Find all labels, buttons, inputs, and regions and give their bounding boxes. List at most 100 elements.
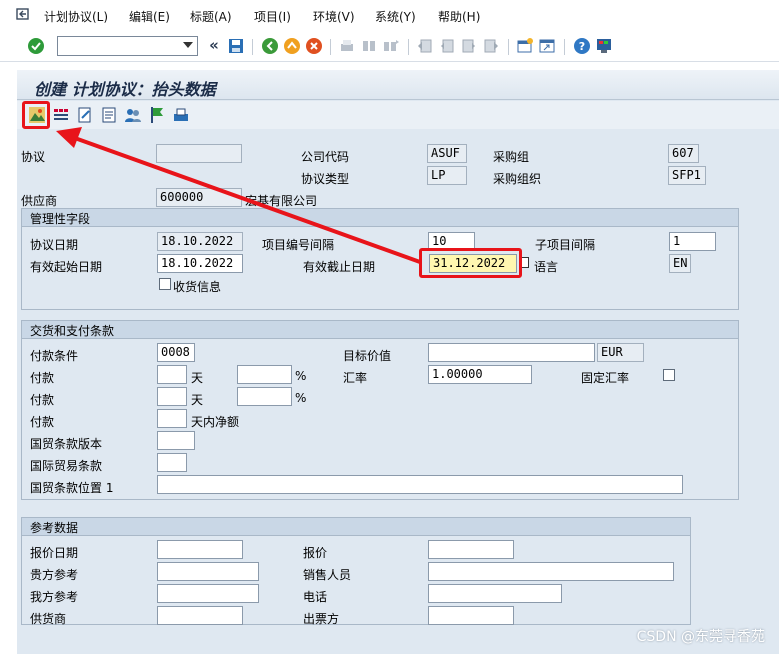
agreement-date-field[interactable]: 18.10.2022 xyxy=(157,232,243,251)
salesperson-label: 销售人员 xyxy=(303,568,352,582)
language-label: 语言 xyxy=(534,260,559,274)
subitem-interval-field[interactable]: 1 xyxy=(669,232,716,251)
menu-item-header[interactable]: 标题(A) xyxy=(190,8,232,25)
salesperson-field[interactable] xyxy=(428,562,674,581)
incoterms-location-field[interactable] xyxy=(157,475,683,494)
menu-item-environment[interactable]: 环境(V) xyxy=(313,8,355,25)
your-ref-field[interactable] xyxy=(157,562,259,581)
standard-toolbar: « ? xyxy=(0,30,779,62)
item-interval-label: 项目编号间隔 xyxy=(262,238,335,252)
menu-item-item[interactable]: 项目(I) xyxy=(254,8,291,25)
payment2-percent-field[interactable] xyxy=(237,387,292,406)
svg-text:?: ? xyxy=(579,40,585,53)
agreement-type-field[interactable]: LP xyxy=(427,166,467,185)
menu-item-system[interactable]: 系统(Y) xyxy=(375,8,416,25)
payment1-percent-unit: % xyxy=(295,369,307,383)
menu-bar: 计划协议(L) 编辑(E) 标题(A) 项目(I) 环境(V) 系统(Y) 帮助… xyxy=(0,0,779,30)
back-icon[interactable] xyxy=(261,37,279,55)
notes-icon[interactable] xyxy=(100,106,118,124)
flag-icon[interactable] xyxy=(148,106,166,124)
find-icon[interactable] xyxy=(360,37,378,55)
payment1-days-field[interactable] xyxy=(157,365,187,384)
reference-data-group: 参考数据 报价日期 报价 贵方参考 销售人员 我方参考 电话 供货商 出票方 xyxy=(21,517,691,626)
title-bar: 创建 计划协议：抬头数据 xyxy=(17,70,779,100)
main-screen: 创建 计划协议：抬头数据 协议 公司代码 ASUF 采购组 607 协议类型 L… xyxy=(17,70,779,654)
payment2-percent-unit: % xyxy=(295,391,307,405)
help-icon[interactable]: ? xyxy=(573,37,591,55)
chevron-down-icon[interactable] xyxy=(183,42,193,48)
incoterms-version-field[interactable] xyxy=(157,431,195,450)
exchange-rate-label: 汇率 xyxy=(343,371,368,385)
menu-item-edit[interactable]: 编辑(E) xyxy=(129,8,170,25)
payment3-days-field[interactable] xyxy=(157,409,187,428)
highlight-box-header-icon xyxy=(22,101,50,129)
watermark: CSDN @东莞寻香苑 xyxy=(636,629,765,645)
texts-icon[interactable] xyxy=(52,106,70,124)
vendor-field[interactable]: 600000 xyxy=(156,188,242,207)
agreement-field[interactable] xyxy=(156,144,242,163)
quotation-field[interactable] xyxy=(428,540,514,559)
partners-icon[interactable] xyxy=(124,106,142,124)
supplying-vendor-field[interactable] xyxy=(157,606,243,625)
first-page-icon[interactable] xyxy=(416,37,434,55)
shortcut-icon[interactable] xyxy=(538,37,556,55)
company-code-field[interactable]: ASUF xyxy=(427,144,467,163)
menu-item-agreement[interactable]: 计划协议(L) xyxy=(44,8,108,25)
delivery-payment-terms-group: 交货和支付条款 付款条件 0008 目标价值 EUR 付款 天 % 汇率 1.0… xyxy=(21,320,739,500)
valid-from-field[interactable]: 18.10.2022 xyxy=(157,254,243,273)
customize-icon[interactable] xyxy=(595,37,613,55)
quotation-date-label: 报价日期 xyxy=(30,546,79,560)
incoterms-version-label: 国贸条款版本 xyxy=(30,437,103,451)
new-session-icon[interactable] xyxy=(516,37,534,55)
incoterms-field[interactable] xyxy=(157,453,187,472)
agreement-date-label: 协议日期 xyxy=(30,238,79,252)
menu-item-help[interactable]: 帮助(H) xyxy=(438,8,480,25)
save-icon[interactable] xyxy=(227,37,245,55)
valid-to-label: 有效截止日期 xyxy=(303,260,376,274)
print-preview-icon[interactable] xyxy=(172,106,190,124)
cancel-icon[interactable] xyxy=(305,37,323,55)
payment2-days-field[interactable] xyxy=(157,387,187,406)
command-field[interactable] xyxy=(57,36,198,56)
find-next-icon[interactable] xyxy=(382,37,400,55)
gr-message-checkbox[interactable] xyxy=(159,278,171,290)
payment2-label: 付款 xyxy=(30,393,55,407)
prev-page-icon[interactable] xyxy=(438,37,456,55)
fixed-rate-checkbox[interactable] xyxy=(663,369,675,381)
days-net-label: 天内净额 xyxy=(191,415,240,429)
company-code-label: 公司代码 xyxy=(301,150,350,164)
payment-terms-field[interactable]: 0008 xyxy=(157,343,195,362)
collapse-icon[interactable]: « xyxy=(205,36,223,54)
purch-group-field[interactable]: 607 xyxy=(668,144,699,163)
our-ref-field[interactable] xyxy=(157,584,259,603)
admin-group-title: 管理性字段 xyxy=(22,209,738,227)
exchange-rate-field[interactable]: 1.00000 xyxy=(428,365,532,384)
invoicing-party-field[interactable] xyxy=(428,606,514,625)
purch-group-label: 采购组 xyxy=(493,150,530,164)
target-value-field[interactable] xyxy=(428,343,595,362)
currency-field[interactable]: EUR xyxy=(597,343,644,362)
undo-icon[interactable] xyxy=(15,6,31,22)
quotation-label: 报价 xyxy=(303,546,328,560)
terms-group-title: 交货和支付条款 xyxy=(22,321,738,339)
payment1-percent-field[interactable] xyxy=(237,365,292,384)
toolbar-separator xyxy=(330,39,331,55)
next-page-icon[interactable] xyxy=(460,37,478,55)
purch-org-field[interactable]: SFP1 xyxy=(668,166,706,185)
telephone-label: 电话 xyxy=(303,590,328,604)
invoicing-party-label: 出票方 xyxy=(303,612,340,626)
vendor-name: 宏基有限公司 xyxy=(245,194,318,208)
quotation-date-field[interactable] xyxy=(157,540,243,559)
enter-check-icon[interactable] xyxy=(27,37,45,55)
your-ref-label: 贵方参考 xyxy=(30,568,79,582)
payment1-label: 付款 xyxy=(30,371,55,385)
telephone-field[interactable] xyxy=(428,584,562,603)
admin-fields-group: 管理性字段 协议日期 18.10.2022 项目编号间隔 10 子项目间隔 1 … xyxy=(21,208,739,310)
print-icon[interactable] xyxy=(338,37,356,55)
incoterms-location-label: 国贸条款位置 1 xyxy=(30,481,114,495)
language-field[interactable]: EN xyxy=(669,254,691,273)
exit-icon[interactable] xyxy=(283,37,301,55)
supplying-vendor-label: 供货商 xyxy=(30,612,67,626)
details-icon[interactable] xyxy=(76,106,94,124)
last-page-icon[interactable] xyxy=(482,37,500,55)
